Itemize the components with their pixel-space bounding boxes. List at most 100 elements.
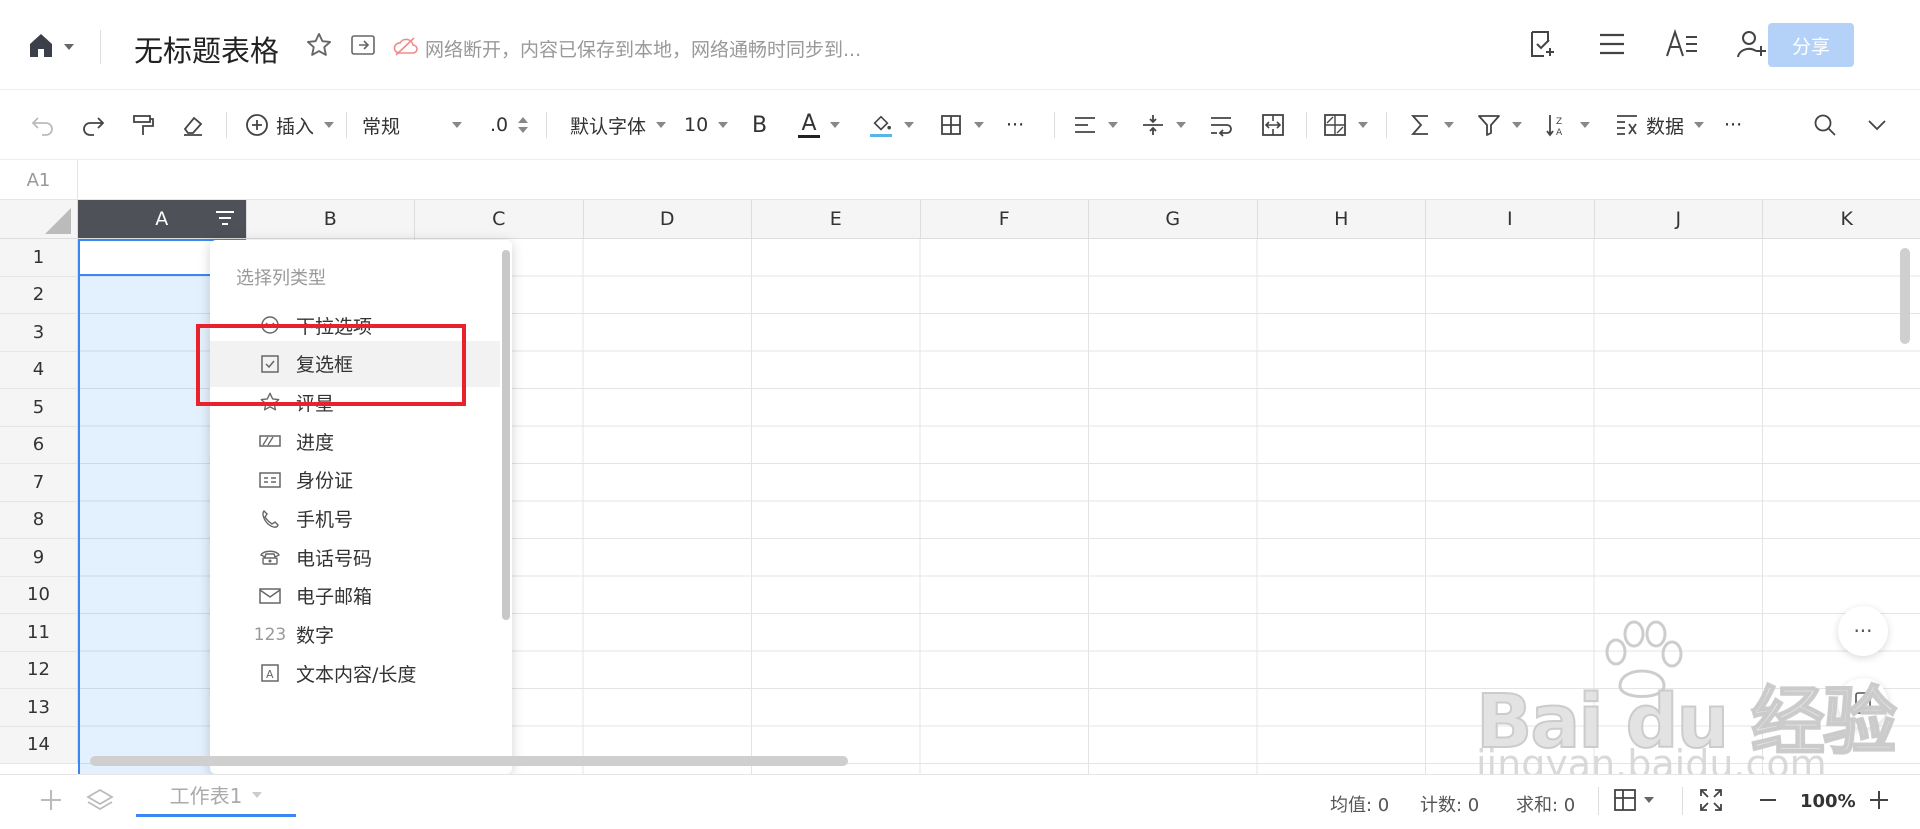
row-header-13[interactable]: 13 (0, 689, 78, 727)
menu-icon[interactable] (1594, 26, 1630, 62)
view-mode-button[interactable] (1612, 787, 1654, 813)
borders-button[interactable] (938, 110, 984, 140)
move-folder-icon[interactable] (350, 33, 376, 61)
chevron-down-icon (252, 791, 263, 798)
row-header-5[interactable]: 5 (0, 389, 78, 427)
column-header-h[interactable]: H (1257, 200, 1426, 239)
svg-text:Z: Z (1556, 117, 1562, 127)
number-icon: 123 (253, 624, 287, 645)
row-header-1[interactable]: 1 (0, 239, 78, 277)
select-all-corner[interactable] (0, 200, 78, 239)
chevron-down-icon (1644, 797, 1654, 803)
filter-button[interactable] (1476, 110, 1522, 140)
font-size-select[interactable]: 10 (684, 110, 729, 140)
column-header-k[interactable]: K (1763, 200, 1920, 239)
row-header-11[interactable]: 11 (0, 614, 78, 652)
sort-button[interactable]: ZA (1544, 110, 1590, 140)
vertical-align-button[interactable] (1140, 110, 1186, 140)
add-user-icon[interactable] (1734, 26, 1770, 62)
merge-cells-button[interactable] (1260, 110, 1286, 140)
column-header-d[interactable]: D (583, 200, 752, 239)
text-format-icon[interactable] (1664, 26, 1700, 62)
layers-icon (86, 788, 114, 811)
format-painter-button[interactable] (130, 110, 156, 140)
grid-view-icon (1614, 789, 1636, 811)
menu-scrollbar[interactable] (502, 250, 510, 620)
zoom-level: 100% (1800, 791, 1856, 812)
star-icon[interactable] (305, 31, 333, 63)
row-header-3[interactable]: 3 (0, 314, 78, 352)
sum-function-button[interactable] (1408, 110, 1454, 140)
column-header-j[interactable]: J (1594, 200, 1763, 239)
font-color-icon: A (798, 112, 820, 138)
fullscreen-button[interactable] (1698, 787, 1724, 813)
sheet-list-button[interactable] (86, 787, 114, 813)
more-label: ··· (1006, 114, 1025, 136)
plus-icon (41, 790, 61, 810)
column-header-g[interactable]: G (1089, 200, 1258, 239)
font-family-label: 默认字体 (570, 115, 647, 138)
bold-button[interactable]: B (752, 110, 767, 140)
check-doc-icon[interactable] (1524, 26, 1560, 62)
mobile-view-button[interactable] (1838, 678, 1888, 728)
undo-button[interactable] (30, 110, 56, 140)
cell-reference[interactable]: A1 (0, 160, 78, 200)
clear-format-button[interactable] (180, 110, 206, 140)
sheet-tab[interactable]: 工作表1 (136, 775, 296, 817)
add-sheet-button[interactable] (38, 787, 64, 813)
number-format-select[interactable]: 常规 (362, 110, 462, 140)
column-header-b[interactable]: B (246, 200, 415, 239)
email-icon (258, 584, 282, 608)
column-header-i[interactable]: I (1426, 200, 1595, 239)
zoom-in-button[interactable] (1866, 787, 1892, 813)
chevron-down-icon (324, 122, 335, 128)
format-painter-icon (133, 115, 154, 135)
row-header-10[interactable]: 10 (0, 576, 78, 614)
top-header: 无标题表格 网络断开，内容已保存到本地，网络通畅时同步到... 分享 (0, 0, 1920, 90)
borders-icon (941, 115, 961, 135)
row-header-8[interactable]: 8 (0, 501, 78, 539)
column-header-a[interactable]: A (78, 200, 247, 239)
menu-item-label: 手机号 (296, 509, 354, 531)
row-header-14[interactable]: 14 (0, 726, 78, 764)
wrap-text-button[interactable] (1208, 110, 1234, 140)
column-header-e[interactable]: E (752, 200, 921, 239)
row-header-4[interactable]: 4 (0, 351, 78, 389)
column-filter-icon[interactable] (214, 208, 236, 230)
data-tools-icon (1617, 115, 1637, 135)
chevron-down-icon (452, 122, 462, 128)
chevron-down-icon (1512, 122, 1522, 128)
fill-color-button[interactable] (868, 110, 914, 140)
search-button[interactable] (1812, 110, 1838, 140)
row-header-7[interactable]: 7 (0, 464, 78, 502)
insert-menu[interactable]: 插入 (244, 110, 335, 140)
row-header-9[interactable]: 9 (0, 539, 78, 577)
more-actions-button[interactable]: ··· (1838, 606, 1888, 656)
horizontal-align-button[interactable] (1072, 110, 1118, 140)
menu-item-text-length[interactable]: A 文本内容/长度 (210, 650, 500, 696)
vertical-scrollbar[interactable] (1900, 248, 1910, 344)
collapse-toolbar-button[interactable] (1864, 110, 1890, 140)
decimal-stepper[interactable]: .0 (490, 110, 529, 140)
document-title[interactable]: 无标题表格 (134, 28, 279, 70)
share-button[interactable]: 分享 (1768, 23, 1854, 67)
zoom-out-button[interactable] (1756, 787, 1780, 813)
more-tools-button[interactable]: ··· (1724, 110, 1742, 140)
more-format-button[interactable]: ··· (1006, 110, 1024, 140)
column-header-f[interactable]: F (920, 200, 1089, 239)
wrap-text-icon (1211, 117, 1232, 137)
redo-button[interactable] (80, 110, 106, 140)
column-header-c[interactable]: C (415, 200, 584, 239)
font-family-select[interactable]: 默认字体 (570, 110, 667, 140)
data-menu[interactable]: 数据 (1614, 110, 1705, 140)
row-header-12[interactable]: 12 (0, 651, 78, 689)
plus-icon (1870, 791, 1888, 809)
horizontal-scrollbar[interactable] (90, 756, 848, 766)
conditional-format-button[interactable] (1322, 110, 1368, 140)
row-header-6[interactable]: 6 (0, 426, 78, 464)
row-header-2[interactable]: 2 (0, 276, 78, 314)
sigma-icon (1410, 115, 1428, 135)
home-menu[interactable] (26, 30, 74, 64)
menu-item-label: 进度 (296, 431, 335, 454)
font-color-button[interactable]: A (798, 110, 840, 140)
